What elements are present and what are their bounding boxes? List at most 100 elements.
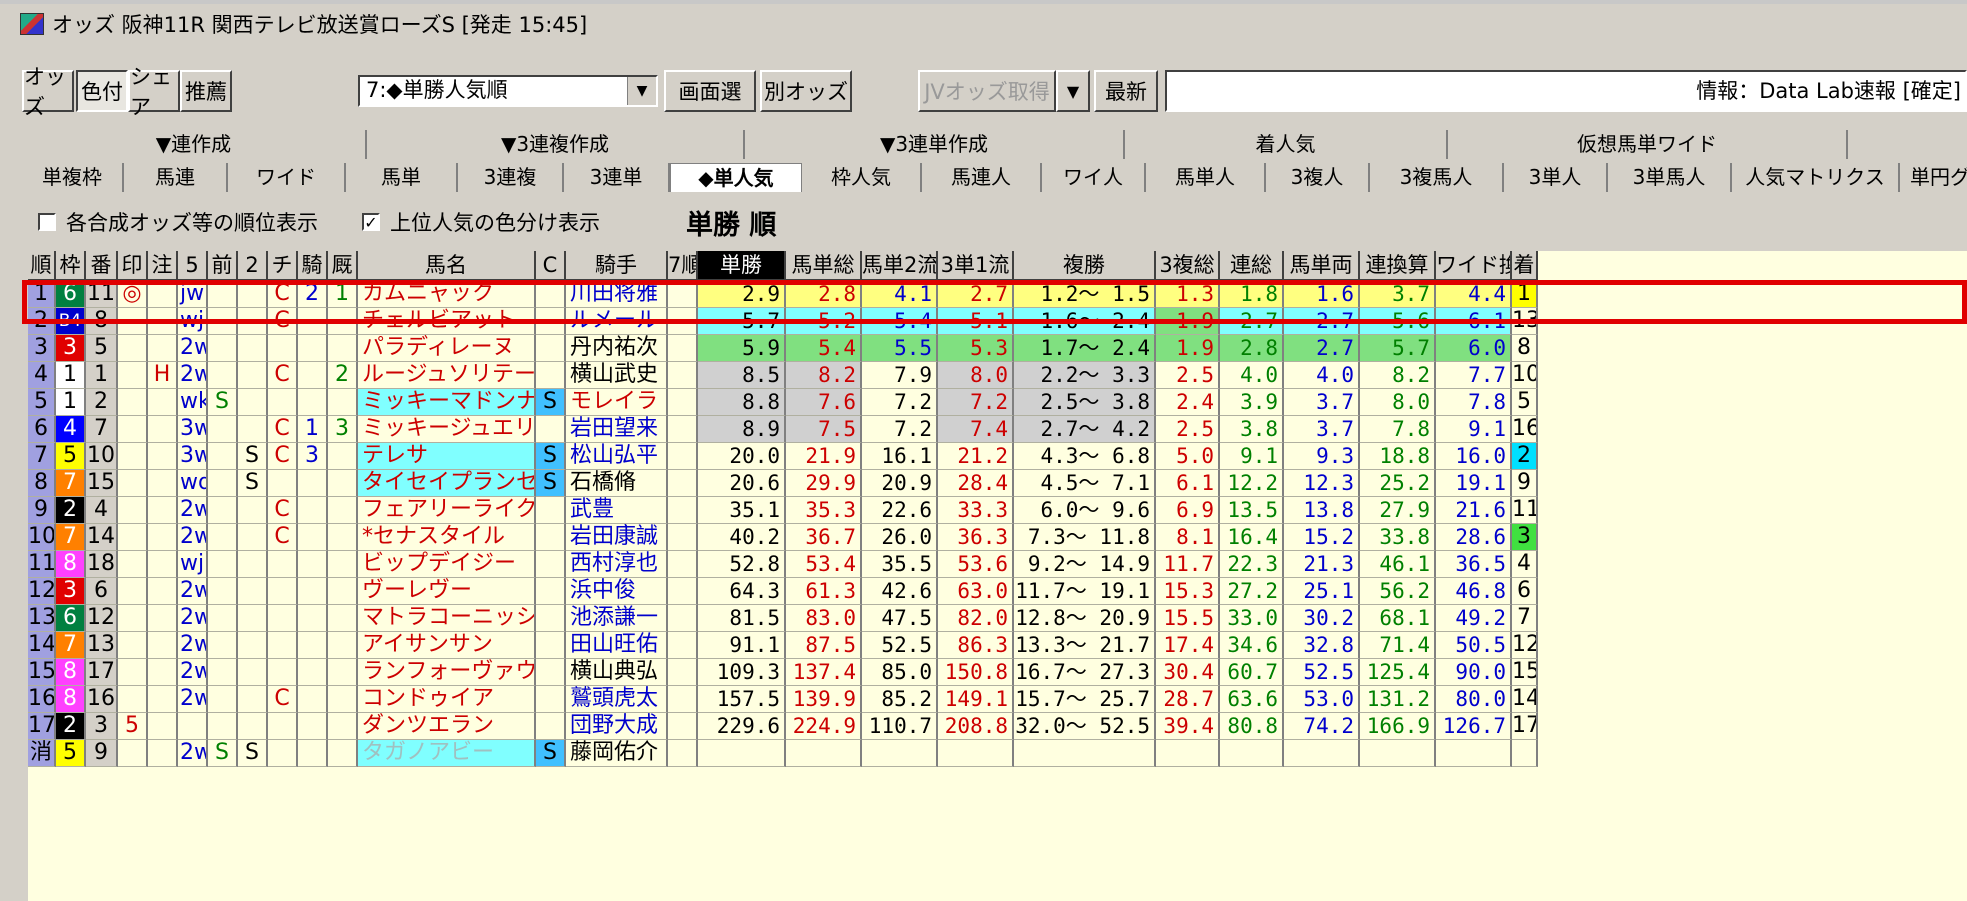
table-row[interactable]: 75103wSC3テレサS松山弘平20.021.916.121.24.3～ 6.… [28,443,1967,470]
table-row[interactable]: 158172wランフォーヴァウ横山典弘109.3137.485.0150.816… [28,659,1967,686]
column-header-jockey[interactable]: 騎手 [566,251,668,281]
tab-wide-ninki[interactable]: ワイ人 [1042,163,1146,192]
cell-five: 3w [178,443,208,470]
tab-santan-create[interactable]: ▼3連単作成 [745,130,1125,159]
tab-sanpuku-uma-ninki[interactable]: 3複馬人 [1370,163,1504,192]
other-odds-button[interactable]: 別オッズ [760,70,852,112]
cell-jockey: 浜中俊 [566,578,668,605]
rank-display-option[interactable]: 各合成オッズ等の順位表示 [38,207,318,237]
range-separator: ～ [1078,363,1113,387]
cell-ury: 52.5 [1284,659,1360,686]
column-header-tan[interactable]: 単勝 [698,251,786,281]
tab-wide[interactable]: ワイド [228,163,346,192]
rank-display-checkbox[interactable] [38,213,56,231]
column-header-c[interactable]: C [536,251,566,281]
column-header-wide[interactable]: ワイド換 [1436,251,1512,281]
tab-umaren[interactable]: 馬連 [124,163,228,192]
table-row[interactable]: 9242wCフェアリーライク武豊35.135.322.633.36.0～ 9.6… [28,497,1967,524]
table-row[interactable]: 2 B4 8 wj C チェルビアット ルメール 5.7 5.2 5.4 5.1 1.6～ 2.4 1.… [28,308,1967,335]
column-header-ki[interactable]: 騎 [298,251,328,281]
column-header-seven[interactable]: 7順 [668,251,698,281]
column-header-chu[interactable]: 注 [148,251,178,281]
table-row[interactable]: 8715wdSタイセイプランセスS石橋脩20.629.920.928.44.5～… [28,470,1967,497]
column-header-umatan[interactable]: 馬単総 [786,251,862,281]
tab-sanrenpuku[interactable]: 3連複 [458,163,564,192]
tab-chaku-ninki[interactable]: 着人気 [1125,130,1448,159]
tab-ren-create[interactable]: ▼連作成 [22,130,367,159]
share-button[interactable]: シェア [128,65,180,119]
color-top-option[interactable]: ✓ 上位人気の色分け表示 [362,207,600,237]
odds-button[interactable]: オッズ [22,65,74,119]
table-row[interactable]: 16816 2w C コンドゥイア 鷲頭虎太 157.5139.985.2149.115.… [28,686,1967,713]
table-row[interactable]: 3352wパラディレーヌ丹内祐次5.95.45.55.31.7～ 2.41.92… [28,335,1967,362]
sort-select[interactable]: 7:◆単勝人気順 ▼ [358,75,658,107]
jv-dropdown-icon[interactable]: ▼ [1056,70,1090,112]
cell-c [536,308,566,335]
column-header-ban[interactable]: 番 [86,251,118,281]
cell-sanpuku: 1.9 [1156,335,1220,362]
column-header-sanpuku[interactable]: 3複総 [1156,251,1220,281]
cell-fuku: 2.5～ 3.8 [1014,389,1156,416]
tab-waku-ninki[interactable]: 枠人気 [802,163,922,192]
column-header-mae[interactable]: 前 [208,251,238,281]
tab-sanpuku-create[interactable]: ▼3連複作成 [367,130,745,159]
table-row[interactable]: 411H2wC2ルージュソリテール横山武史8.58.27.98.02.2～ 3.… [28,362,1967,389]
table-row[interactable]: 14713 2w アイサンサン 田山旺佑 91.187.552.586.313.3～ 2… [28,632,1967,659]
cell-jockey: 松山弘平 [566,443,668,470]
color-button[interactable]: 色付 [76,70,128,112]
table-row[interactable]: 消592wSSタガノアビーS藤岡佑介 [28,740,1967,767]
tab-santan-ninki[interactable]: 3単人 [1504,163,1608,192]
tab-umatan[interactable]: 馬単 [346,163,458,192]
screen-select-button[interactable]: 画面選 [664,70,756,112]
table-row[interactable]: 6473wC13ミッキージュエリー岩田望来8.97.57.27.42.7～ 4.… [28,416,1967,443]
table-row[interactable]: 5 1 2 wk S ミッキーマドンナ S モレイラ 8.8 7.6 7.2 7.2 2.5～ 3.8 2… [28,389,1967,416]
column-header-ren[interactable]: 連総 [1220,251,1284,281]
column-header-renk[interactable]: 連換算 [1360,251,1436,281]
table-row[interactable]: 1 6 11 ◎ jw C 2 1 カムニャック 川田将雅 2.9 2.8 4.1 2.7 1.2～ 1.5… [28,281,1967,308]
chevron-down-icon[interactable]: ▼ [627,77,656,105]
tab-tan-en-graph[interactable]: 単円グ [1900,163,1967,192]
column-header-two[interactable]: 2 [238,251,268,281]
cell-seven [668,335,698,362]
table-row[interactable]: 12362wヴーレヴー浜中俊64.361.342.663.011.7～ 19.1… [28,578,1967,605]
tab-tanpuku-waku[interactable]: 単複枠 [22,163,124,192]
odds-table[interactable]: 順枠番印注5前2チ騎厩馬名C騎手7順単勝馬単総馬単2流3単1流複勝3複総連総馬単… [28,251,1967,901]
column-header-horse[interactable]: 馬名 [358,251,536,281]
column-header-ury[interactable]: 馬単両 [1284,251,1360,281]
column-header-mark[interactable]: 印 [118,251,148,281]
tab-umaren-ninki[interactable]: 馬連人 [922,163,1042,192]
column-header-five[interactable]: 5 [178,251,208,281]
tab-sanpuku-ninki[interactable]: 3複人 [1266,163,1370,192]
table-row[interactable]: 13612 2w マトラコーニッシュ 池添謙一 81.583.047.582.012.8… [28,605,1967,632]
column-header-fuku[interactable]: 複勝 [1014,251,1156,281]
color-top-checkbox[interactable]: ✓ [362,213,380,231]
cell-tan: 35.1 [698,497,786,524]
jv-fetch-button[interactable]: JVオッズ取得 [918,70,1056,112]
cell-wide: 6.0 [1436,335,1512,362]
tab-sanrentan[interactable]: 3連単 [564,163,670,192]
table-row[interactable]: 11 8 18 wj ビップデイジー 西村淳也 52.8 53.4 35.5 53.6 9.2～ 1… [28,551,1967,578]
cell-renk: 46.1 [1360,551,1436,578]
column-header-s3[interactable]: 3単1流 [938,251,1014,281]
column-header-kyu[interactable]: 厩 [328,251,358,281]
cell-ut2: 47.5 [862,605,938,632]
tab-ninki-matrix[interactable]: 人気マトリクス [1732,163,1900,192]
tab-santan-uma-ninki[interactable]: 3単馬人 [1608,163,1732,192]
column-header-rank[interactable]: 順 [28,251,56,281]
cell-tan: 229.6 [698,713,786,740]
cell-chaku: 15 [1512,659,1538,686]
column-header-waku[interactable]: 枠 [56,251,86,281]
cell-sanpuku: 6.1 [1156,470,1220,497]
tab-virtual-umatan-wide[interactable]: 仮想馬単ワイド [1448,130,1848,159]
cell-chi [268,551,298,578]
cell-horse: タイセイプランセス [358,470,536,497]
column-header-chi[interactable]: チ [268,251,298,281]
table-row[interactable]: 17 2 3 5 ダンツエラン 団野大成 229.6 224.9 110.7 208.8 32.0～… [28,713,1967,740]
recommend-button[interactable]: 推薦 [180,70,232,112]
tab-tan-ninki[interactable]: ◆単人気 [670,163,802,192]
tab-umatan-ninki[interactable]: 馬単人 [1146,163,1266,192]
column-header-ut2[interactable]: 馬単2流 [862,251,938,281]
column-header-chaku[interactable]: 着 [1512,251,1538,281]
latest-button[interactable]: 最新 [1094,70,1158,112]
table-row[interactable]: 10714 2w C *セナスタイル 岩田康誠 40.236.726.036.37.3～ … [28,524,1967,551]
